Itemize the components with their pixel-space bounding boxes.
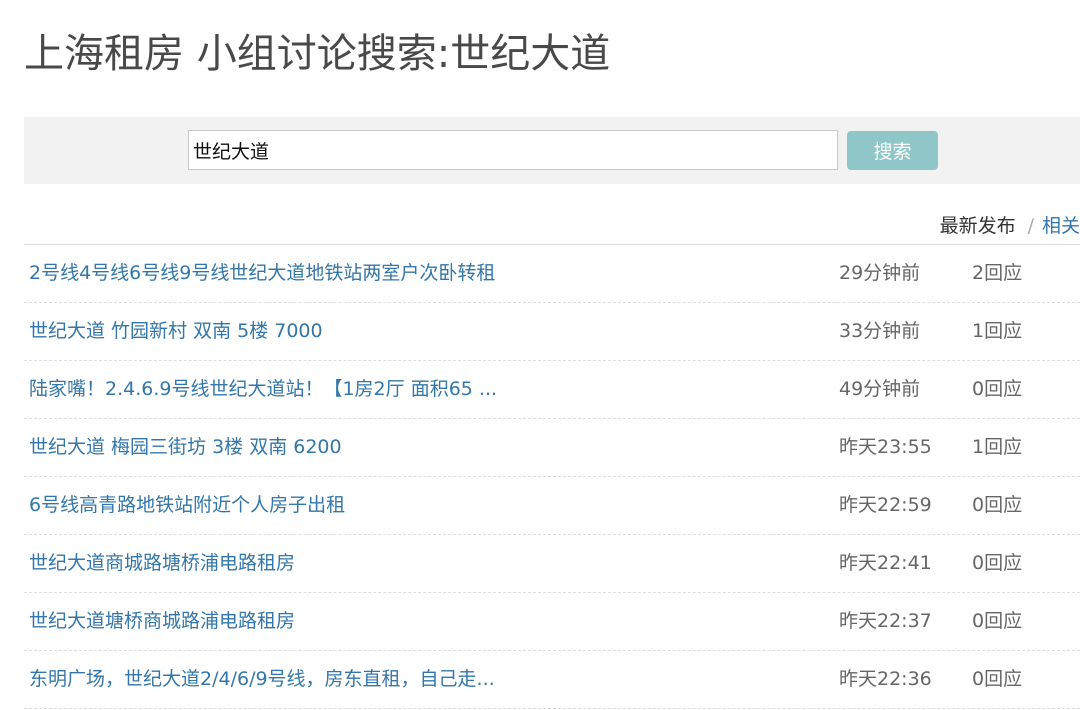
result-time: 昨天23:55 — [839, 436, 932, 458]
result-title-link[interactable]: 世纪大道塘桥商城路浦电路租房 — [29, 606, 295, 636]
result-replies: 2回应 — [972, 262, 1023, 284]
result-replies: 0回应 — [972, 610, 1023, 632]
result-row: 陆家嘴！2.4.6.9号线世纪大道站！【1房2厅 面积65 ... 49分钟前 … — [24, 361, 1080, 419]
result-time: 昨天22:41 — [839, 552, 932, 574]
result-title-link[interactable]: 2号线4号线6号线9号线世纪大道地铁站两室户次卧转租 — [29, 258, 495, 288]
page-title: 上海租房 小组讨论搜索:世纪大道 — [24, 31, 611, 77]
search-input[interactable] — [188, 130, 838, 170]
result-replies: 1回应 — [972, 436, 1023, 458]
result-replies: 0回应 — [972, 378, 1023, 400]
result-time: 33分钟前 — [839, 320, 921, 342]
results-list: 2号线4号线6号线9号线世纪大道地铁站两室户次卧转租 29分钟前 2回应 世纪大… — [24, 244, 1080, 709]
sort-bar: 最新发布 / 相关 — [940, 212, 1080, 240]
result-row: 2号线4号线6号线9号线世纪大道地铁站两室户次卧转租 29分钟前 2回应 — [24, 245, 1080, 303]
result-title-link[interactable]: 陆家嘴！2.4.6.9号线世纪大道站！【1房2厅 面积65 ... — [29, 374, 497, 404]
result-replies: 0回应 — [972, 494, 1023, 516]
result-time: 昨天22:37 — [839, 610, 932, 632]
result-row: 6号线高青路地铁站附近个人房子出租 昨天22:59 0回应 — [24, 477, 1080, 535]
result-replies: 0回应 — [972, 668, 1023, 690]
result-title-link[interactable]: 东明广场，世纪大道2/4/6/9号线，房东直租，自己走... — [29, 664, 495, 694]
result-title-link[interactable]: 世纪大道 竹园新村 双南 5楼 7000 — [29, 316, 323, 346]
result-title-link[interactable]: 世纪大道 梅园三街坊 3楼 双南 6200 — [29, 432, 342, 462]
result-replies: 0回应 — [972, 552, 1023, 574]
result-row: 世纪大道 竹园新村 双南 5楼 7000 33分钟前 1回应 — [24, 303, 1080, 361]
result-time: 29分钟前 — [839, 262, 921, 284]
result-replies: 1回应 — [972, 320, 1023, 342]
search-button[interactable]: 搜索 — [847, 131, 938, 170]
result-row: 世纪大道塘桥商城路浦电路租房 昨天22:37 0回应 — [24, 593, 1080, 651]
result-time: 昨天22:59 — [839, 494, 932, 516]
search-bar: 搜索 — [24, 117, 1080, 184]
result-title-link[interactable]: 6号线高青路地铁站附近个人房子出租 — [29, 490, 345, 520]
result-time: 昨天22:36 — [839, 668, 932, 690]
sort-latest-label: 最新发布 — [939, 215, 1016, 237]
result-time: 49分钟前 — [839, 378, 921, 400]
result-title-link[interactable]: 世纪大道商城路塘桥浦电路租房 — [29, 548, 295, 578]
result-row: 世纪大道商城路塘桥浦电路租房 昨天22:41 0回应 — [24, 535, 1080, 593]
sort-separator: / — [1027, 215, 1034, 237]
sort-relevance-link[interactable]: 相关 — [1042, 215, 1080, 237]
result-row: 东明广场，世纪大道2/4/6/9号线，房东直租，自己走... 昨天22:36 0… — [24, 651, 1080, 709]
result-row: 世纪大道 梅园三街坊 3楼 双南 6200 昨天23:55 1回应 — [24, 419, 1080, 477]
